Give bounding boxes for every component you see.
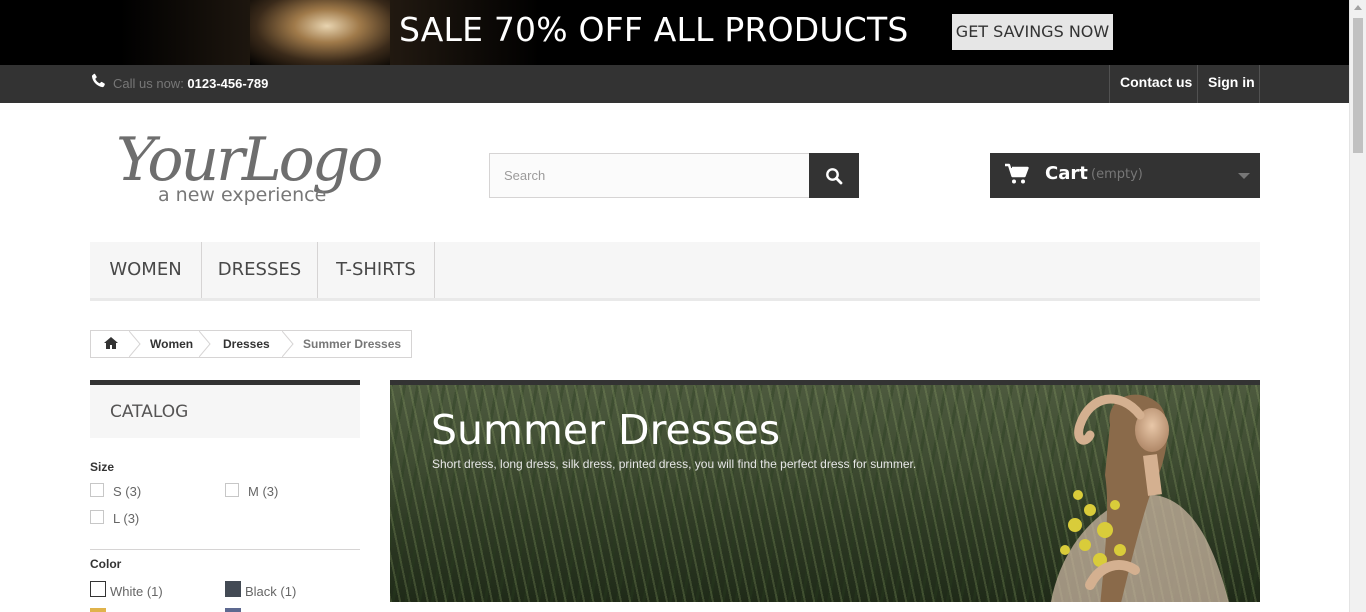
get-savings-button[interactable]: GET SAVINGS NOW (952, 14, 1113, 50)
size-filter-title: Size (90, 460, 115, 474)
search-input[interactable] (489, 153, 810, 198)
site-logo[interactable]: YourLogo a new experience (114, 122, 399, 210)
breadcrumb-separator (129, 331, 141, 357)
scroll-thumb[interactable] (1353, 18, 1363, 153)
top-info-bar: Call us now: 0123-456-789 Contact us Sig… (0, 65, 1349, 103)
color-black-swatch[interactable] (225, 581, 241, 597)
size-s-label[interactable]: S (3) (113, 484, 141, 499)
color-swatch-partial[interactable] (225, 608, 241, 612)
menu-item-women[interactable]: WOMEN (90, 242, 202, 298)
cart-label: Cart (1045, 163, 1088, 184)
catalog-header: CATALOG (90, 380, 360, 438)
main-menu: WOMEN DRESSES T-SHIRTS (90, 242, 1260, 301)
sign-in-link[interactable]: Sign in (1197, 65, 1260, 103)
promo-model-image (250, 0, 390, 65)
breadcrumb-dresses[interactable]: Dresses (223, 337, 270, 351)
color-filter-title: Color (90, 557, 122, 571)
search-icon (826, 168, 843, 185)
breadcrumb-separator (282, 331, 294, 357)
promo-banner[interactable]: SALE 70% OFF ALL PRODUCTS GET SAVINGS NO… (0, 0, 1349, 65)
home-icon (104, 337, 118, 349)
call-prefix: Call us now: (113, 76, 188, 91)
category-description: Short dress, long dress, silk dress, pri… (432, 457, 917, 471)
breadcrumb: Women Dresses Summer Dresses (90, 330, 412, 358)
color-white-label[interactable]: White (1) (110, 584, 163, 599)
page-scrollbar[interactable] (1349, 0, 1366, 612)
chevron-down-icon (1238, 173, 1250, 179)
filter-divider (90, 549, 360, 550)
phone-number: 0123-456-789 (187, 76, 269, 91)
breadcrumb-current: Summer Dresses (303, 337, 402, 351)
color-black-label[interactable]: Black (1) (245, 584, 296, 599)
size-m-checkbox[interactable] (225, 483, 239, 497)
category-title: Summer Dresses (431, 406, 781, 454)
size-l-checkbox[interactable] (90, 510, 104, 524)
banner-model-image (1051, 394, 1229, 602)
shopping-cart-icon (1005, 163, 1029, 184)
color-swatch-partial[interactable] (90, 608, 106, 612)
category-banner: Summer Dresses Short dress, long dress, … (390, 380, 1260, 602)
size-s-checkbox[interactable] (90, 483, 104, 497)
promo-headline: SALE 70% OFF ALL PRODUCTS (399, 10, 909, 49)
search-button[interactable] (809, 153, 859, 198)
logo-tagline: a new experience (158, 184, 326, 206)
size-m-label[interactable]: M (3) (248, 484, 278, 499)
call-us-text: Call us now: 0123-456-789 (113, 76, 268, 91)
color-white-swatch[interactable] (90, 581, 106, 597)
breadcrumb-women[interactable]: Women (150, 337, 193, 351)
phone-icon (91, 73, 105, 88)
breadcrumb-home[interactable] (91, 331, 129, 357)
cart-block[interactable]: Cart (empty) (990, 153, 1260, 198)
menu-item-tshirts[interactable]: T-SHIRTS (318, 242, 435, 298)
catalog-title: CATALOG (110, 402, 189, 422)
cart-status: (empty) (1091, 167, 1143, 182)
menu-item-dresses[interactable]: DRESSES (202, 242, 318, 298)
breadcrumb-separator (199, 331, 211, 357)
contact-us-link[interactable]: Contact us (1109, 65, 1197, 103)
size-l-label[interactable]: L (3) (113, 511, 139, 526)
scroll-up-arrow-icon[interactable] (1354, 5, 1362, 10)
